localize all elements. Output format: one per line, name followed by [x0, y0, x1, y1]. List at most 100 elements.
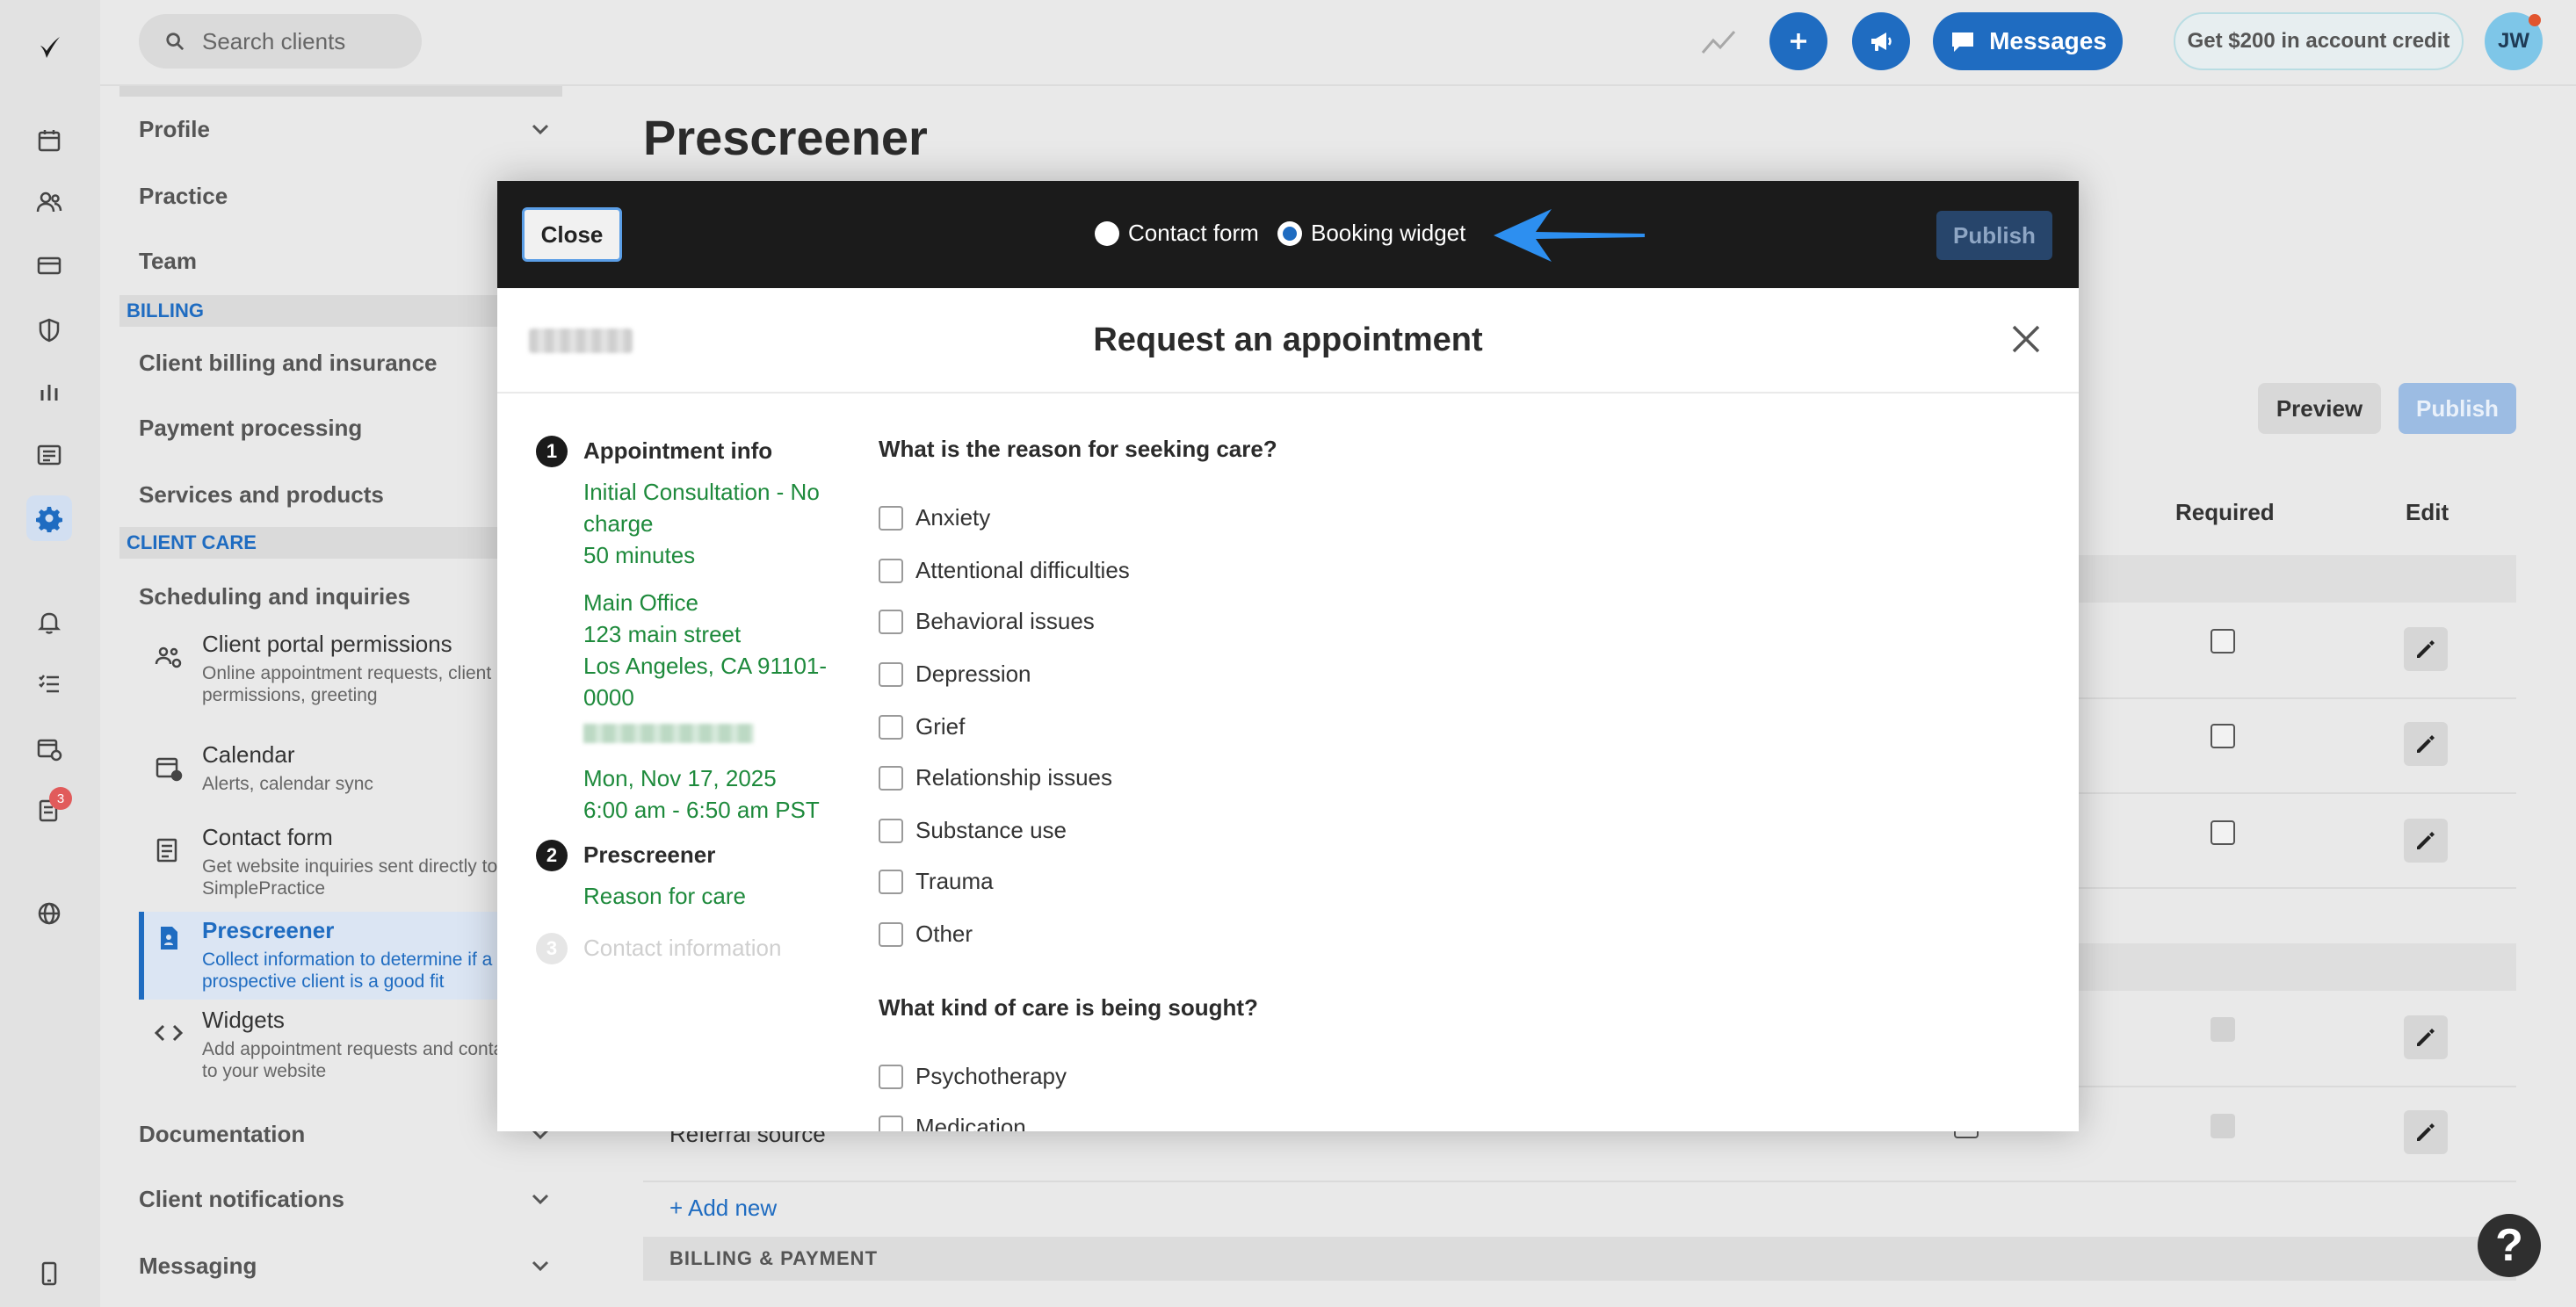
calendar-settings-icon [156, 757, 183, 782]
checkbox[interactable] [879, 505, 903, 531]
nav-services-products[interactable]: Services and products [139, 481, 384, 509]
nav-documentation[interactable]: Documentation [139, 1121, 305, 1148]
step-time: 6:00 am - 6:50 am PST [583, 797, 820, 823]
radio-contact-form[interactable]: Contact form [1095, 220, 1259, 247]
option-psychotherapy[interactable]: Psychotherapy [879, 1063, 1067, 1090]
trend-icon[interactable] [1699, 23, 1738, 61]
help-button[interactable]: ? [2478, 1214, 2541, 1277]
chevron-down-icon[interactable] [527, 1186, 554, 1212]
required-checkbox-disabled [2211, 1017, 2235, 1042]
edit-button[interactable] [2404, 819, 2448, 863]
notifications-bell-icon[interactable] [26, 599, 72, 645]
pencil-icon [2417, 640, 2435, 658]
checkbox[interactable] [879, 818, 903, 843]
sub-title: Widgets [202, 1007, 285, 1033]
checkbox[interactable] [879, 869, 903, 894]
edit-button[interactable] [2404, 1015, 2448, 1059]
nav-client-notifications[interactable]: Client notifications [139, 1186, 344, 1213]
option-anxiety[interactable]: Anxiety [879, 504, 990, 531]
section-billing: BILLING [119, 295, 562, 327]
option-label: Substance use [915, 817, 1067, 843]
question-care-kind: What kind of care is being sought? [879, 994, 1258, 1021]
checkbox[interactable] [879, 714, 903, 740]
avatar[interactable]: JW [2485, 12, 2543, 70]
edit-button[interactable] [2404, 722, 2448, 766]
step-reason: Reason for care [583, 883, 746, 909]
calendar-add-icon[interactable] [26, 726, 72, 771]
avatar-status-dot [2529, 14, 2541, 26]
sub-title: Client portal permissions [202, 631, 452, 657]
radio-circle-selected[interactable] [1277, 220, 1302, 246]
step-title-prescreener[interactable]: Prescreener [583, 841, 715, 869]
nav-messaging[interactable]: Messaging [139, 1253, 257, 1280]
analytics-icon[interactable] [26, 369, 72, 415]
section-client-care: CLIENT CARE [119, 527, 562, 559]
megaphone-icon [1871, 32, 1892, 51]
mobile-app-icon[interactable] [26, 1251, 72, 1296]
option-other[interactable]: Other [879, 921, 973, 948]
option-substance[interactable]: Substance use [879, 817, 1067, 844]
edit-button[interactable] [2404, 1110, 2448, 1154]
nav-scheduling[interactable]: Scheduling and inquiries [139, 583, 410, 610]
option-label: Psychotherapy [915, 1063, 1067, 1089]
option-label: Attentional difficulties [915, 557, 1130, 583]
step-title-appointment-info[interactable]: Appointment info [583, 437, 772, 465]
step-city: Los Angeles, CA 91101-0000 [583, 653, 828, 711]
checkbox[interactable] [879, 1064, 903, 1089]
option-depression[interactable]: Depression [879, 661, 1031, 688]
shield-icon[interactable] [26, 307, 72, 353]
add-button[interactable] [1769, 12, 1827, 70]
nav-payment-processing[interactable]: Payment processing [139, 415, 362, 442]
modal-publish-button[interactable]: Publish [1936, 211, 2052, 260]
notification-badge: 3 [49, 787, 72, 810]
edit-button[interactable] [2404, 627, 2448, 671]
required-checkbox[interactable] [2211, 724, 2235, 748]
clients-icon[interactable] [26, 179, 72, 225]
requests-icon[interactable]: 3 [26, 787, 72, 833]
settings-gear-icon[interactable] [26, 495, 72, 541]
checkbox[interactable] [879, 661, 903, 687]
checkbox[interactable] [879, 1115, 903, 1131]
checkbox[interactable] [879, 765, 903, 791]
step-title-contact-information: Contact information [583, 935, 782, 961]
chevron-down-icon[interactable] [527, 116, 554, 142]
option-behavioral[interactable]: Behavioral issues [879, 608, 1095, 635]
option-medication[interactable]: Medication [879, 1114, 1026, 1131]
step-number: 2 [536, 840, 568, 871]
calendar-icon[interactable] [26, 118, 72, 163]
chevron-down-icon[interactable] [527, 1253, 554, 1279]
radio-circle[interactable] [1095, 220, 1119, 246]
required-checkbox[interactable] [2211, 820, 2235, 845]
search-input[interactable]: Search clients [139, 14, 422, 69]
option-grief[interactable]: Grief [879, 713, 965, 740]
nav-practice[interactable]: Practice [139, 183, 228, 210]
checkbox[interactable] [879, 558, 903, 583]
documents-icon[interactable] [26, 432, 72, 478]
checkbox[interactable] [879, 921, 903, 947]
publish-button-disabled[interactable]: Publish [2399, 383, 2516, 434]
required-checkbox[interactable] [2211, 629, 2235, 654]
top-bar: Search clients Messages Get $200 in acco… [100, 0, 2576, 86]
account-credit-button[interactable]: Get $200 in account credit [2174, 12, 2464, 70]
option-attentional[interactable]: Attentional difficulties [879, 557, 1130, 584]
close-x-icon[interactable] [2007, 320, 2045, 358]
option-relationship[interactable]: Relationship issues [879, 764, 1112, 791]
logo-icon[interactable] [26, 25, 72, 70]
preview-button[interactable]: Preview [2258, 383, 2381, 434]
tasks-list-icon[interactable] [26, 661, 72, 706]
checkbox[interactable] [879, 609, 903, 634]
announcements-button[interactable] [1852, 12, 1910, 70]
close-button[interactable]: Close [522, 207, 622, 262]
nav-team[interactable]: Team [139, 248, 197, 275]
nav-client-billing[interactable]: Client billing and insurance [139, 350, 438, 377]
avatar-initials: JW [2498, 29, 2529, 53]
nav-profile[interactable]: Profile [139, 116, 210, 143]
option-label: Anxiety [915, 504, 991, 531]
radio-booking-widget[interactable]: Booking widget [1277, 220, 1465, 247]
step-date: Mon, Nov 17, 2025 [583, 765, 777, 791]
billing-card-icon[interactable] [26, 242, 72, 288]
messages-button[interactable]: Messages [1933, 12, 2123, 70]
add-new-link[interactable]: + Add new [669, 1195, 777, 1222]
option-trauma[interactable]: Trauma [879, 868, 994, 895]
globe-icon[interactable] [26, 891, 72, 936]
